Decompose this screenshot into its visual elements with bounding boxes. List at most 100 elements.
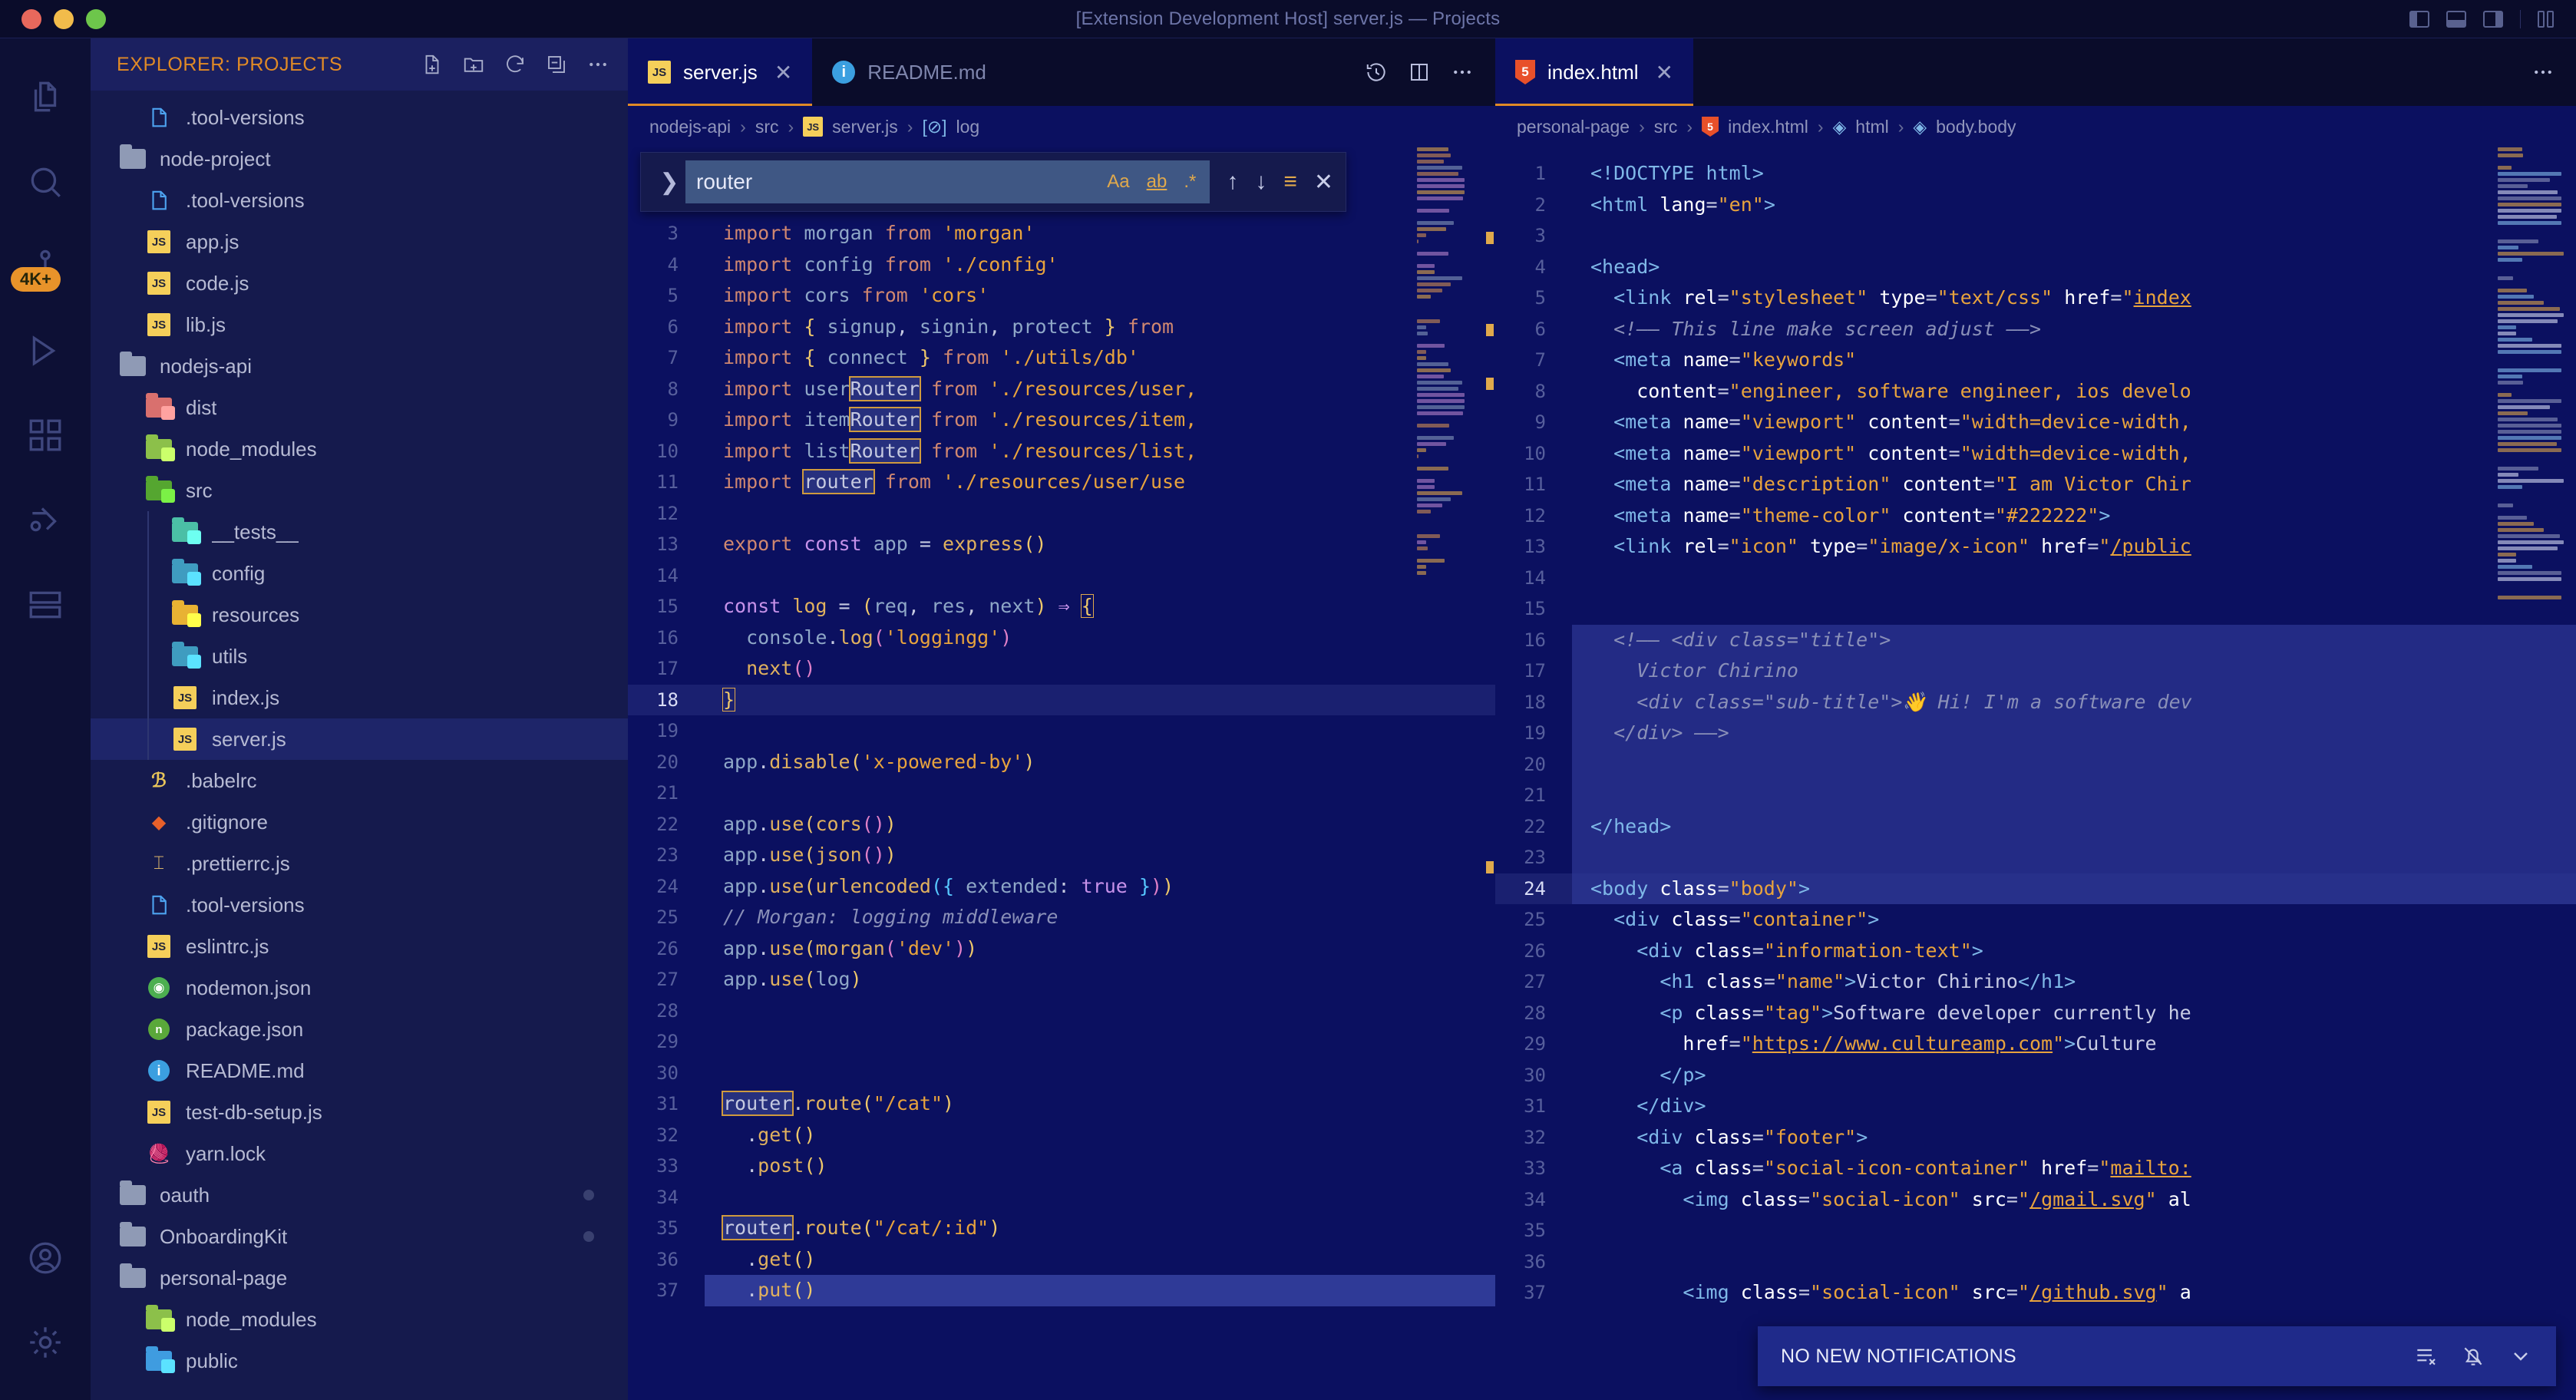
chevron-down-icon[interactable]: [2508, 1344, 2533, 1369]
code-line[interactable]: 27 app.use(log): [628, 964, 1495, 996]
left-code-lines[interactable]: 3 import morgan from 'morgan' 4 import conf…: [628, 147, 1495, 1306]
code-line[interactable]: 20 app.disable('x-powered-by'): [628, 747, 1495, 778]
line-content[interactable]: app.use(morgan('dev')): [705, 933, 1495, 965]
layout-controls[interactable]: [2409, 10, 2558, 28]
code-line[interactable]: 7 <meta name="keywords": [1495, 345, 2576, 376]
collapse-all-icon[interactable]: [545, 53, 568, 76]
code-line[interactable]: 24 app.use(urlencoded({ extended: true })…: [628, 871, 1495, 903]
line-content[interactable]: router.route("/cat"): [705, 1088, 1495, 1120]
new-folder-icon[interactable]: [462, 53, 485, 76]
layout-grid-icon[interactable]: [2538, 11, 2558, 28]
code-line[interactable]: 25 <div class="container">: [1495, 904, 2576, 936]
code-line[interactable]: 23 app.use(json()): [628, 840, 1495, 871]
new-file-icon[interactable]: [421, 53, 444, 76]
tree-item-public[interactable]: public: [91, 1340, 628, 1382]
left-tab-actions[interactable]: [1365, 38, 1495, 106]
line-content[interactable]: <meta name="keywords": [1572, 345, 2576, 376]
tree-item-dist[interactable]: dist: [91, 387, 628, 428]
breadcrumb-item[interactable]: server.js: [832, 117, 898, 137]
line-content[interactable]: [1572, 1215, 2576, 1246]
refresh-icon[interactable]: [504, 53, 527, 76]
code-line[interactable]: 25 // Morgan: logging middleware: [628, 902, 1495, 933]
maximize-window-button[interactable]: [86, 9, 106, 29]
code-line[interactable]: 34 <img class="social-icon" src="/gmail.…: [1495, 1184, 2576, 1216]
code-line[interactable]: 14: [628, 560, 1495, 592]
window-controls[interactable]: [0, 9, 106, 29]
tree-item--prettierrc-js[interactable]: ⌶ .prettierrc.js: [91, 843, 628, 884]
line-content[interactable]: <link rel="icon" type="image/x-icon" hre…: [1572, 531, 2576, 563]
tree-item-src[interactable]: src: [91, 470, 628, 511]
tree-item--tests-[interactable]: __tests__: [91, 511, 628, 553]
code-line[interactable]: 8 import userRouter from './resources/use…: [628, 374, 1495, 405]
code-line[interactable]: 10 <meta name="viewport" content="width=…: [1495, 438, 2576, 470]
line-content[interactable]: .post(): [705, 1151, 1495, 1182]
panel-left-icon[interactable]: [2409, 11, 2429, 28]
line-content[interactable]: <html lang="en">: [1572, 190, 2576, 221]
line-content[interactable]: <div class="footer">: [1572, 1122, 2576, 1154]
line-content[interactable]: [705, 778, 1495, 809]
code-line[interactable]: 8 content="engineer, software engineer, …: [1495, 376, 2576, 408]
line-content[interactable]: const log = (req, res, next) ⇒ {: [705, 591, 1495, 622]
tab-server-js[interactable]: JS server.js ✕: [628, 38, 812, 106]
tree-item-yarn-lock[interactable]: 🧶 yarn.lock: [91, 1133, 628, 1174]
code-line[interactable]: 17 Victor Chirino: [1495, 655, 2576, 687]
line-content[interactable]: .put(): [705, 1275, 1495, 1306]
line-content[interactable]: router.route("/cat/:id"): [705, 1213, 1495, 1244]
code-line[interactable]: 9 <meta name="viewport" content="width=d…: [1495, 407, 2576, 438]
code-line[interactable]: 21: [628, 778, 1495, 809]
line-content[interactable]: // Morgan: logging middleware: [705, 902, 1495, 933]
tree-item--gitignore[interactable]: ◆ .gitignore: [91, 801, 628, 843]
code-line[interactable]: 36: [1495, 1246, 2576, 1278]
code-line[interactable]: 15 const log = (req, res, next) ⇒ {: [628, 591, 1495, 622]
find-buttons[interactable]: ↑ ↓ ≡ ✕: [1210, 169, 1333, 196]
tree-item-test-db-setup-js[interactable]: JS test-db-setup.js: [91, 1091, 628, 1133]
find-widget[interactable]: ❯ Aa ab .* ↑ ↓ ≡ ✕: [640, 152, 1346, 212]
code-line[interactable]: 3: [1495, 220, 2576, 252]
code-line[interactable]: 16 console.log('loggingg'): [628, 622, 1495, 654]
do-not-disturb-icon[interactable]: [2461, 1344, 2485, 1369]
line-content[interactable]: </head>: [1572, 811, 2576, 843]
line-content[interactable]: <link rel="stylesheet" type="text/css" h…: [1572, 282, 2576, 314]
clear-all-notifications-icon[interactable]: [2413, 1344, 2438, 1369]
line-content[interactable]: [705, 1026, 1495, 1058]
tree-item-utils[interactable]: utils: [91, 636, 628, 677]
tree-item-readme-md[interactable]: i README.md: [91, 1050, 628, 1091]
code-line[interactable]: 19 </div> ––>: [1495, 718, 2576, 749]
more-actions-icon[interactable]: [1451, 61, 1474, 84]
breadcrumb-item[interactable]: src: [755, 117, 779, 137]
left-tab-bar[interactable]: JS server.js ✕ i README.md: [628, 38, 1495, 106]
activity-item-live-share[interactable]: [0, 477, 91, 562]
code-line[interactable]: 6 import { signup, signin, protect } from: [628, 312, 1495, 343]
line-content[interactable]: export const app = express(): [705, 529, 1495, 560]
line-content[interactable]: [1572, 220, 2576, 252]
breadcrumb-item[interactable]: log: [956, 117, 980, 137]
line-content[interactable]: <body class="body">: [1572, 873, 2576, 905]
tab-index-html[interactable]: 5 index.html ✕: [1495, 38, 1693, 106]
code-line[interactable]: 37 .put(): [628, 1275, 1495, 1306]
code-line[interactable]: 31 router.route("/cat"): [628, 1088, 1495, 1120]
line-content[interactable]: <a class="social-icon-container" href="m…: [1572, 1153, 2576, 1184]
code-line[interactable]: 22 app.use(cors()): [628, 809, 1495, 840]
activity-item-manage[interactable]: [0, 1300, 91, 1385]
notification-actions[interactable]: [2413, 1344, 2533, 1369]
line-content[interactable]: [705, 1182, 1495, 1213]
right-breadcrumb[interactable]: personal-page › src › 5 index.html › ◈ h…: [1495, 106, 2576, 147]
minimize-window-button[interactable]: [54, 9, 74, 29]
code-line[interactable]: 12 <meta name="theme-color" content="#22…: [1495, 500, 2576, 532]
code-line[interactable]: 11 <meta name="description" content="I a…: [1495, 469, 2576, 500]
tree-item-server-js[interactable]: JS server.js: [91, 718, 628, 760]
code-line[interactable]: 24 <body class="body">: [1495, 873, 2576, 905]
tree-item--tool-versions[interactable]: .tool-versions: [91, 884, 628, 926]
code-line[interactable]: 4 import config from './config': [628, 249, 1495, 281]
code-line[interactable]: 28 <p class="tag">Software developer cur…: [1495, 998, 2576, 1029]
code-line[interactable]: 15: [1495, 593, 2576, 625]
tree-item-config[interactable]: config: [91, 553, 628, 594]
notification-toast[interactable]: NO NEW NOTIFICATIONS: [1758, 1326, 2556, 1386]
tree-item-resources[interactable]: resources: [91, 594, 628, 636]
more-actions-icon[interactable]: [586, 53, 609, 76]
file-tree[interactable]: .tool-versions node-project .tool-versions…: [91, 91, 628, 1400]
line-content[interactable]: .get(): [705, 1244, 1495, 1276]
line-content[interactable]: import { signup, signin, protect } from: [705, 312, 1495, 343]
activity-item-remote-explorer[interactable]: [0, 562, 91, 646]
code-line[interactable]: 5 import cors from 'cors': [628, 280, 1495, 312]
